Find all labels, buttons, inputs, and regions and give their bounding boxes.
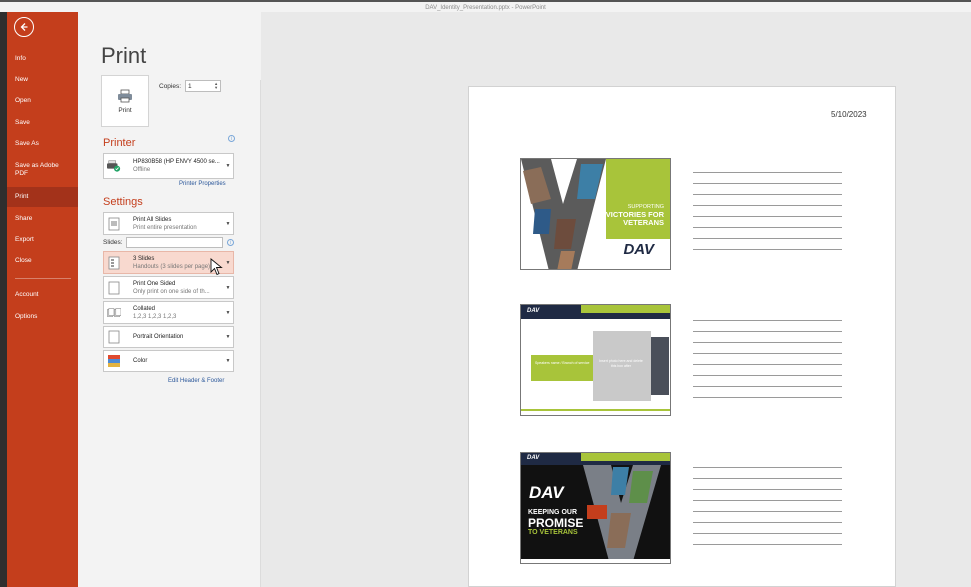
slides-range-icon xyxy=(107,216,121,231)
slide-2-dark-panel xyxy=(651,337,669,395)
slide-thumbnail-1: SUPPORTING VICTORIES FOR VETERANS DAV xyxy=(520,158,671,270)
handout-date: 5/10/2023 xyxy=(831,110,867,119)
color-text: Color xyxy=(133,357,223,365)
slide-thumbnail-2: DAV Speakers name / Branch of service In… xyxy=(520,304,671,416)
powerpoint-window: Info New Open Save Save As Save as Adobe… xyxy=(0,0,971,587)
printer-section-title: Printer xyxy=(103,137,136,149)
printer-status: Offline xyxy=(133,167,151,173)
page-title: Print xyxy=(101,43,147,68)
collation-dropdown[interactable]: Collated 1,2,3 1,2,3 1,2,3 ▼ xyxy=(103,301,234,324)
orientation-dropdown[interactable]: Portrait Orientation ▼ xyxy=(103,326,234,348)
back-arrow-icon xyxy=(20,23,28,31)
notes-lines-1 xyxy=(693,172,842,260)
sides-text: Print One Sided Only print on one side o… xyxy=(133,280,223,296)
handout-layout-icon xyxy=(107,255,121,270)
portrait-icon xyxy=(107,330,121,345)
collation-main: Collated xyxy=(133,305,156,312)
chevron-down-icon: ▼ xyxy=(225,309,231,316)
nav-new[interactable]: New xyxy=(7,76,78,84)
slides-label: Slides: xyxy=(103,239,123,246)
nav-export[interactable]: Export xyxy=(7,236,78,244)
collated-icon xyxy=(107,305,121,320)
chevron-down-icon: ▼ xyxy=(225,358,231,364)
nav-open[interactable]: Open xyxy=(7,97,78,105)
nav-save[interactable]: Save xyxy=(7,119,78,127)
printer-name: HP830B58 (HP ENVY 4500 se... xyxy=(133,159,220,165)
slides-range-sub: Print entire presentation xyxy=(133,224,197,231)
printer-dropdown[interactable]: HP830B58 (HP ENVY 4500 se... Offline ▼ xyxy=(103,153,234,179)
slide-thumbnail-3: DAV DAV KEEPING OUR PROMISE TO VETERANS xyxy=(520,452,671,564)
printer-properties-link[interactable]: Printer Properties xyxy=(179,181,226,187)
sides-sub: Only print on one side of th... xyxy=(133,288,210,295)
backstage-sidebar: Info New Open Save Save As Save as Adobe… xyxy=(7,0,78,587)
collation-sub: 1,2,3 1,2,3 1,2,3 xyxy=(133,313,177,320)
nav-close[interactable]: Close xyxy=(7,257,78,265)
printer-info-icon[interactable]: i xyxy=(228,135,235,142)
orientation-text: Portrait Orientation xyxy=(133,333,223,341)
spin-down-icon: ▼ xyxy=(214,85,219,90)
slide-3-footer xyxy=(521,559,670,563)
slides-info-icon[interactable]: i xyxy=(227,239,234,246)
print-button[interactable]: Print xyxy=(101,75,149,127)
chevron-down-icon: ▼ xyxy=(225,259,231,266)
orientation-main: Portrait Orientation xyxy=(133,334,184,340)
slide-2-accent-bar xyxy=(581,305,670,313)
slide-2-footer-bar xyxy=(521,409,670,411)
collation-text: Collated 1,2,3 1,2,3 1,2,3 xyxy=(133,305,223,321)
one-sided-icon xyxy=(107,280,121,295)
chevron-down-icon: ▼ xyxy=(225,163,231,169)
nav-print[interactable]: Print xyxy=(7,187,78,207)
notes-lines-3 xyxy=(693,467,842,555)
chevron-down-icon: ▼ xyxy=(225,334,231,340)
nav-separator xyxy=(15,278,71,279)
notes-lines-2 xyxy=(693,320,842,408)
slide-1-logo: DAV xyxy=(623,241,654,258)
slides-row: Slides: xyxy=(103,237,223,248)
copies-value: 1 xyxy=(188,82,192,90)
copies-control: Copies: 1 ▲ ▼ xyxy=(159,80,222,92)
printer-dropdown-text: HP830B58 (HP ENVY 4500 se... Offline xyxy=(133,158,223,174)
printer-status-icon xyxy=(107,159,121,174)
window-edge xyxy=(0,0,7,587)
slides-range-main: Print All Slides xyxy=(133,216,172,223)
slides-range-text: Print All Slides Print entire presentati… xyxy=(133,216,223,232)
print-button-label: Print xyxy=(118,106,132,114)
nav-info[interactable]: Info xyxy=(7,55,78,63)
copies-label: Copies: xyxy=(159,82,182,90)
chevron-down-icon: ▼ xyxy=(225,284,231,291)
slide-1-title: SUPPORTING VICTORIES FOR VETERANS xyxy=(606,203,664,227)
edit-header-footer-link[interactable]: Edit Header & Footer xyxy=(168,378,224,384)
settings-section-title: Settings xyxy=(103,196,143,208)
chevron-down-icon: ▼ xyxy=(225,220,231,227)
slide-1-line3: VETERANS xyxy=(623,218,664,227)
slide-2-logo: DAV xyxy=(527,308,540,314)
sides-dropdown[interactable]: Print One Sided Only print on one side o… xyxy=(103,276,234,299)
copies-spinner[interactable]: ▲ ▼ xyxy=(214,82,218,90)
slides-range-dropdown[interactable]: Print All Slides Print entire presentati… xyxy=(103,212,234,235)
slide-3-line3: TO VETERANS xyxy=(528,529,578,536)
back-button[interactable] xyxy=(14,17,34,37)
printer-icon xyxy=(118,89,132,102)
nav-account[interactable]: Account xyxy=(7,291,78,299)
color-dropdown[interactable]: Color ▼ xyxy=(103,350,234,372)
title-bar: DAV_Identity_Presentation.pptx - PowerPo… xyxy=(0,0,971,12)
slide-3-line2: PROMISE xyxy=(528,516,584,530)
slides-input[interactable] xyxy=(125,237,223,248)
slide-2-caption: Speakers name / Branch of service xyxy=(535,361,590,365)
sides-main: Print One Sided xyxy=(133,280,176,287)
slide-2-placeholder-text: Insert photo here and delete this box af… xyxy=(599,359,643,368)
slide-2-caption-box xyxy=(531,355,601,381)
window-title: DAV_Identity_Presentation.pptx - PowerPo… xyxy=(425,5,546,11)
color-swatch-icon xyxy=(107,354,121,369)
nav-options[interactable]: Options xyxy=(7,313,78,321)
slide-3-logo: DAV xyxy=(529,483,564,502)
nav-save-as[interactable]: Save As xyxy=(7,140,78,148)
nav-save-as-pdf[interactable]: Save as Adobe PDF xyxy=(7,162,71,178)
slide-3-title: KEEPING OUR PROMISE TO VETERANS xyxy=(528,508,583,538)
mouse-cursor-icon xyxy=(210,258,223,276)
nav-share[interactable]: Share xyxy=(7,215,78,223)
color-main: Color xyxy=(133,358,148,364)
copies-input[interactable]: 1 ▲ ▼ xyxy=(185,80,222,92)
